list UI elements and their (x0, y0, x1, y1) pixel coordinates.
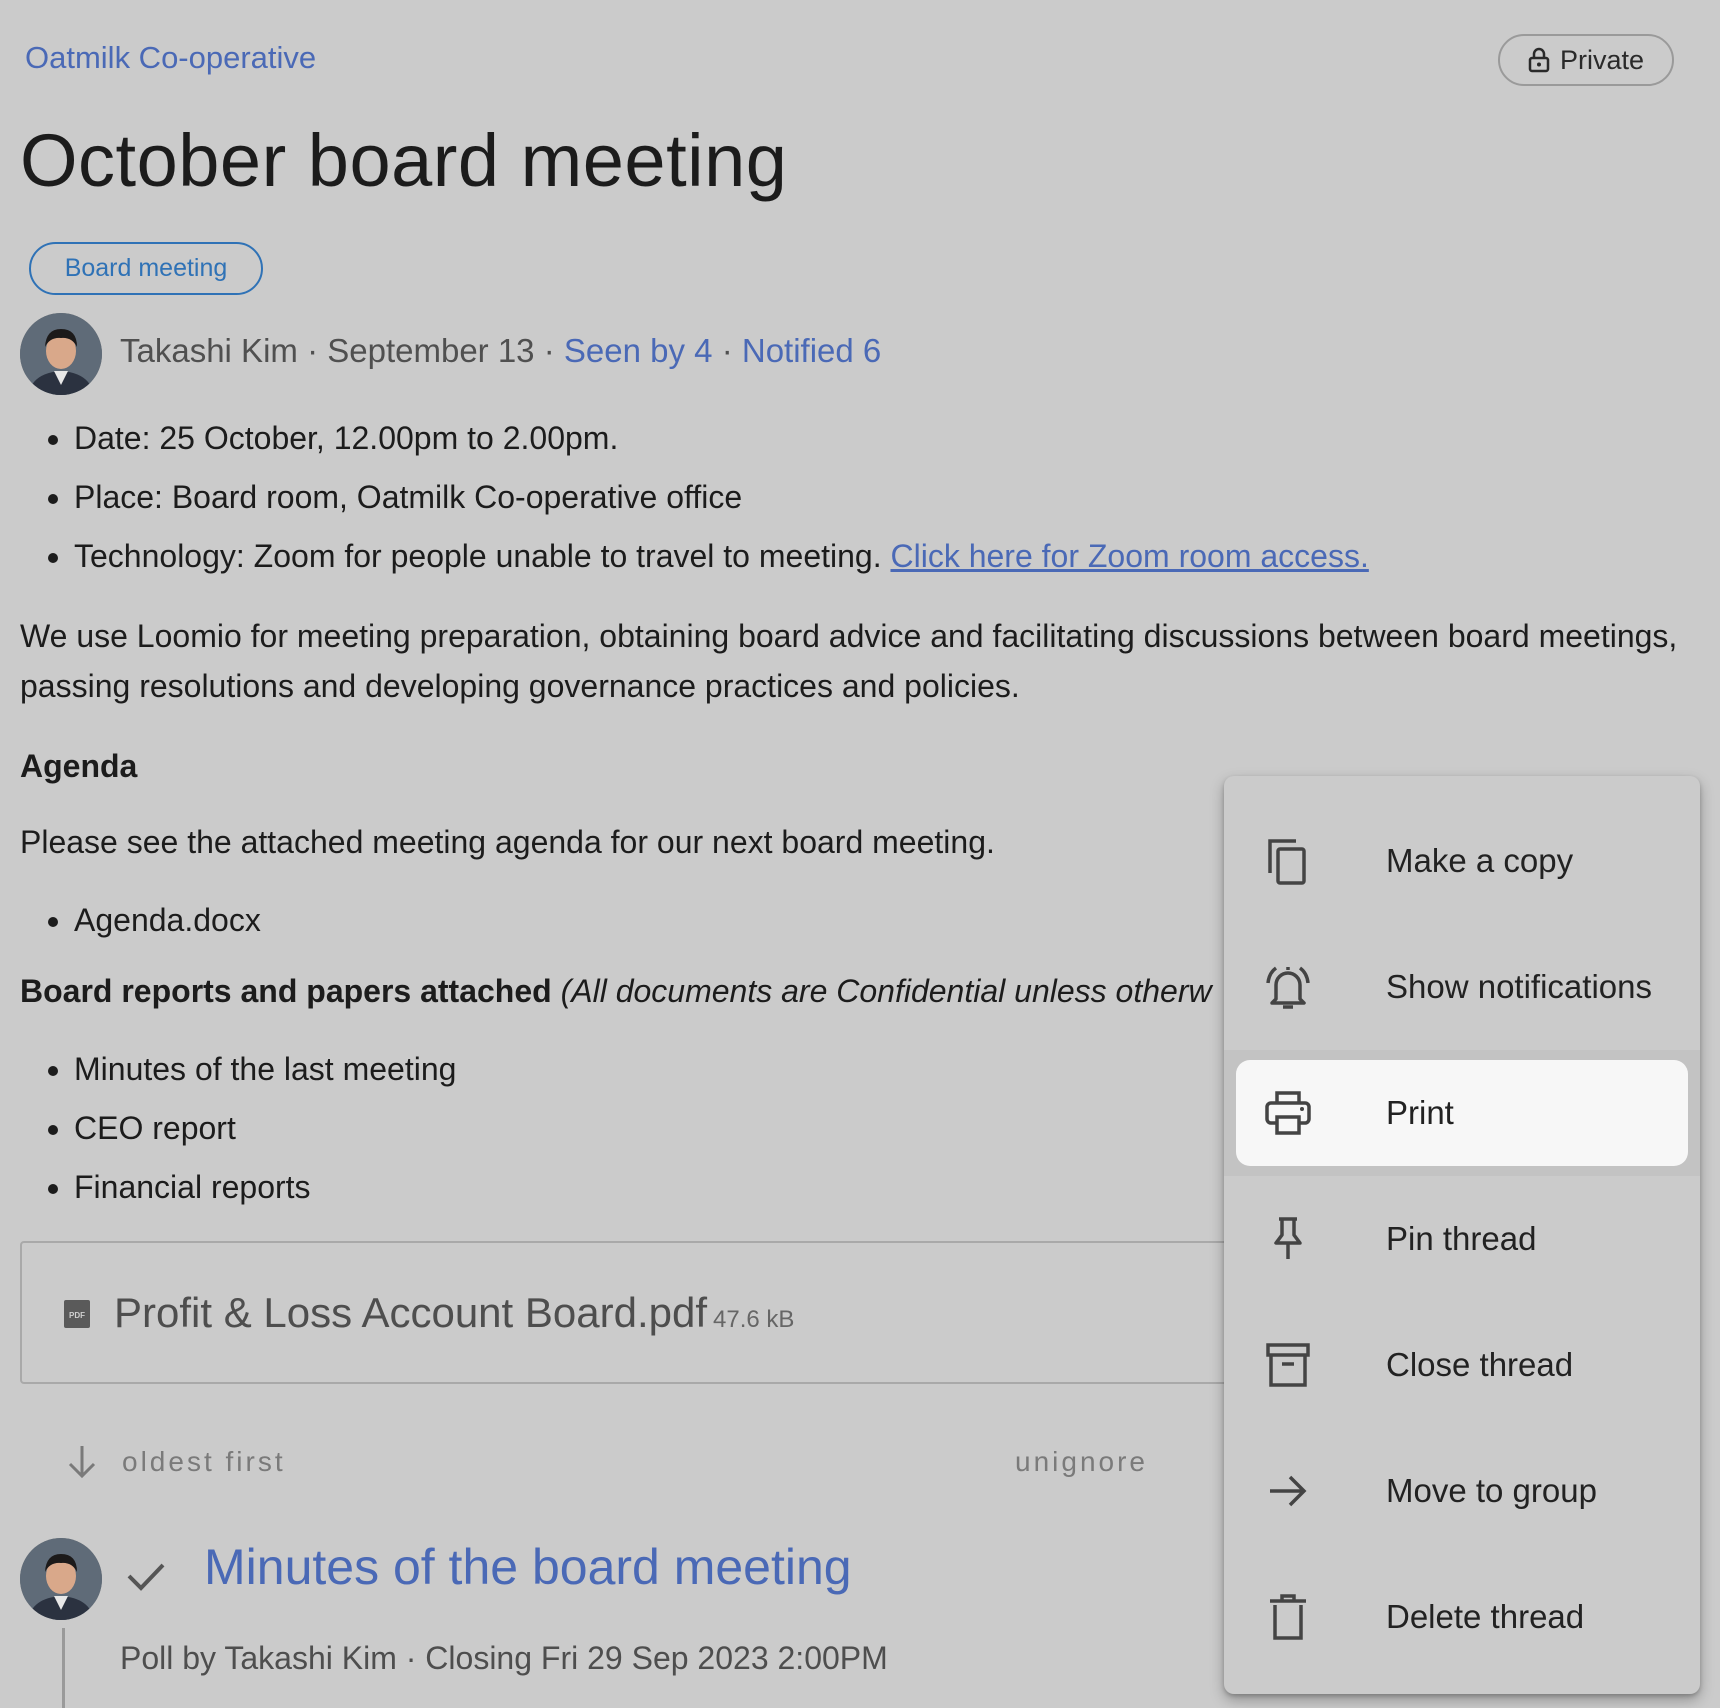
reports-heading-bold: Board reports and papers attached (20, 973, 552, 1009)
menu-item-label: Delete thread (1386, 1598, 1585, 1635)
agenda-heading: Agenda (20, 748, 138, 784)
separator: · (307, 332, 319, 369)
list-item: Technology: Zoom for people unable to tr… (74, 534, 1369, 593)
attachment-card[interactable]: PDF Profit & Loss Account Board.pdf 47.6 … (20, 1241, 1320, 1384)
check-icon (127, 1563, 165, 1591)
thread-actions-menu: Make a copy Show notifications Print Pin… (1224, 776, 1700, 1694)
pin-icon (1274, 1217, 1302, 1259)
svg-text:PDF: PDF (69, 1311, 85, 1320)
poll-meta: Poll by Takashi Kim · Closing Fri 29 Sep… (120, 1640, 888, 1676)
reports-heading: Board reports and papers attached (All d… (20, 973, 1212, 1010)
pdf-file-icon: PDF (64, 1300, 90, 1328)
attachment-size: 47.6 kB (713, 1306, 795, 1333)
menu-item-label: Print (1386, 1094, 1454, 1131)
menu-item-label: Close thread (1386, 1346, 1574, 1383)
agenda-list: Agenda.docx (40, 895, 261, 945)
avatar-image (20, 313, 102, 395)
arrow-down-icon (68, 1446, 96, 1479)
menu-item-close-thread[interactable]: Close thread (1224, 1302, 1700, 1428)
author-name[interactable]: Takashi Kim (120, 332, 298, 369)
page-title: October board meeting (20, 119, 788, 202)
list-item: Minutes of the last meeting (74, 1047, 456, 1106)
meeting-details-list: Date: 25 October, 12.00pm to 2.00pm. Pla… (40, 416, 1369, 593)
list-item: Agenda.docx (74, 895, 261, 945)
privacy-chip[interactable]: Private (1498, 34, 1674, 86)
menu-item-show-notifications[interactable]: Show notifications (1224, 924, 1700, 1050)
menu-item-print[interactable]: Print (1224, 1050, 1700, 1176)
description-paragraph: We use Loomio for meeting preparation, o… (20, 618, 1678, 704)
sort-label: oldest first (122, 1446, 286, 1477)
privacy-label: Private (1559, 44, 1645, 75)
sort-toggle[interactable]: oldest first (62, 1442, 286, 1482)
menu-item-label: Pin thread (1386, 1220, 1537, 1257)
author-line: Takashi Kim · September 13 · Seen by 4 ·… (120, 332, 881, 370)
thread-line (62, 1628, 65, 1708)
agenda-text: Please see the attached meeting agenda f… (20, 824, 995, 860)
archive-icon (1266, 1343, 1310, 1387)
separator: · (721, 332, 733, 369)
reports-list: Minutes of the last meeting CEO report F… (40, 1047, 456, 1224)
reports-heading-italic: (All documents are Confidential unless o… (560, 973, 1212, 1009)
poll-title-link[interactable]: Minutes of the board meeting (204, 1538, 852, 1596)
list-item: CEO report (74, 1106, 456, 1165)
menu-item-label: Show notifications (1386, 968, 1652, 1005)
zoom-link[interactable]: Click here for Zoom room access. (890, 538, 1368, 574)
list-item: Date: 25 October, 12.00pm to 2.00pm. (74, 416, 1369, 475)
seen-by-link[interactable]: Seen by 4 (564, 332, 713, 369)
separator: · (543, 332, 555, 369)
menu-item-label: Make a copy (1386, 842, 1574, 879)
list-item: Financial reports (74, 1165, 456, 1224)
menu-item-delete-thread[interactable]: Delete thread (1224, 1554, 1700, 1680)
menu-item-label: Move to group (1386, 1472, 1597, 1509)
bell-ring-icon (1266, 966, 1310, 1009)
group-link[interactable]: Oatmilk Co-operative (25, 40, 316, 76)
menu-item-make-copy[interactable]: Make a copy (1224, 798, 1700, 924)
poll-author-avatar[interactable] (20, 1538, 102, 1620)
list-item: Place: Board room, Oatmilk Co-operative … (74, 475, 1369, 534)
attachment-filename: Profit & Loss Account Board.pdf (114, 1289, 708, 1336)
printer-icon (1265, 1091, 1311, 1135)
copy-icon (1268, 839, 1306, 885)
list-item-text: Technology: Zoom for people unable to tr… (74, 538, 882, 574)
unignore-button[interactable]: unignore (1015, 1446, 1148, 1478)
author-avatar[interactable] (20, 313, 102, 395)
attachment-name: Profit & Loss Account Board.pdf 47.6 kB (114, 1289, 794, 1337)
trash-icon (1270, 1594, 1306, 1640)
menu-item-move-to-group[interactable]: Move to group (1224, 1428, 1700, 1554)
menu-item-pin-thread[interactable]: Pin thread (1224, 1176, 1700, 1302)
tag-chip[interactable]: Board meeting (29, 242, 263, 295)
post-date: September 13 (327, 332, 535, 369)
notified-link[interactable]: Notified 6 (742, 332, 881, 369)
lock-icon (1528, 47, 1550, 73)
arrow-right-icon (1270, 1475, 1307, 1507)
avatar-image (20, 1538, 102, 1620)
